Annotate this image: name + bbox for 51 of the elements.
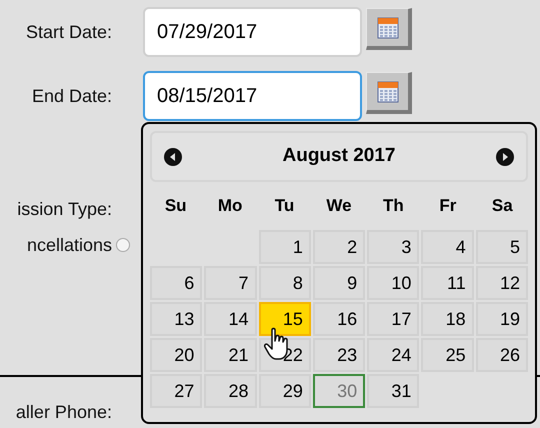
field-label: aller Phone: <box>14 400 112 424</box>
field-label: ission Type: <box>16 198 112 221</box>
field-label: ncellations <box>26 234 112 256</box>
date-field[interactable]: 08/15/2017 <box>143 71 362 121</box>
calendar-day[interactable]: 13 <box>150 302 202 336</box>
weekday-header: Su <box>164 195 188 218</box>
calendar-day[interactable]: 3 <box>367 230 420 264</box>
calendar-day[interactable]: 18 <box>421 302 474 336</box>
calendar-day[interactable]: 15 <box>258 302 311 336</box>
weekday-header: Th <box>382 195 405 218</box>
calendar-day[interactable]: 10 <box>367 266 420 300</box>
calendar-day[interactable]: 19 <box>476 302 528 336</box>
calendar-day[interactable]: 6 <box>150 266 202 300</box>
calendar-day[interactable]: 8 <box>258 266 311 300</box>
radio-button[interactable] <box>116 238 130 252</box>
calendar-day[interactable]: 7 <box>204 266 257 300</box>
calendar-day[interactable]: 5 <box>476 230 528 264</box>
weekday-header: Sa <box>490 195 514 218</box>
calendar-day[interactable]: 24 <box>367 338 420 372</box>
date-field[interactable]: 07/29/2017 <box>143 7 362 57</box>
calendar-day[interactable]: 21 <box>204 338 257 372</box>
calendar-icon <box>376 16 398 38</box>
calendar-day[interactable]: 1 <box>258 230 311 264</box>
calendar-day[interactable]: 12 <box>476 266 528 300</box>
calendar-day[interactable]: 27 <box>150 374 202 408</box>
field-label: Start Date: <box>24 20 112 44</box>
calendar-day[interactable]: 23 <box>312 338 366 372</box>
calendar-day[interactable]: 4 <box>421 230 474 264</box>
weekday-header: We <box>325 195 353 218</box>
calendar-day[interactable]: 25 <box>421 338 474 372</box>
field-label: End Date: <box>30 84 112 108</box>
calendar-icon <box>376 80 398 102</box>
calendar-day[interactable]: 17 <box>367 302 420 336</box>
weekday-header: Mo <box>216 195 244 218</box>
weekday-header: Fr <box>438 195 458 218</box>
previous-month-icon[interactable] <box>164 148 182 166</box>
calendar-day[interactable]: 26 <box>476 338 528 372</box>
weekday-header: Tu <box>274 195 296 218</box>
next-month-icon[interactable] <box>496 148 514 166</box>
calendar-day[interactable]: 9 <box>312 266 366 300</box>
calendar-day[interactable]: 20 <box>150 338 202 372</box>
calendar-day[interactable]: 31 <box>367 374 420 408</box>
calendar-day[interactable]: 2 <box>312 230 366 264</box>
calendar-button[interactable] <box>366 8 412 50</box>
calendar-day[interactable]: 16 <box>312 302 366 336</box>
calendar-day[interactable]: 11 <box>421 266 474 300</box>
month-title: August 2017 <box>282 144 396 168</box>
calendar-day[interactable]: 28 <box>204 374 257 408</box>
calendar-day[interactable]: 29 <box>258 374 311 408</box>
calendar-day[interactable]: 14 <box>204 302 257 336</box>
calendar-button[interactable] <box>366 72 412 114</box>
